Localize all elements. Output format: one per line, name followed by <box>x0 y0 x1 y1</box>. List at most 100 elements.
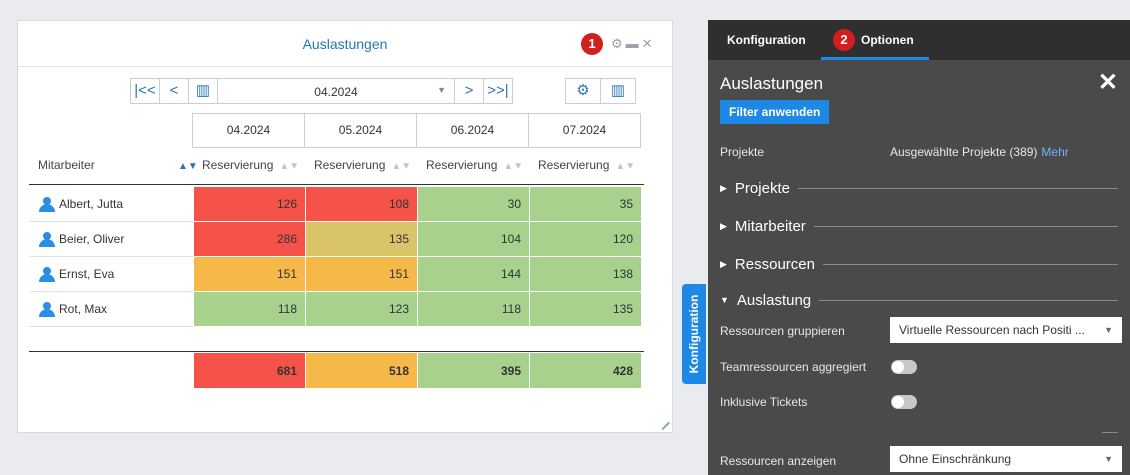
projects-more-link[interactable]: Mehr <box>1041 145 1068 159</box>
employee-name: Albert, Jutta <box>59 197 124 211</box>
value-header-label: Reservierung <box>314 158 386 172</box>
first-page-icon[interactable]: |<< <box>130 78 160 104</box>
utilization-cell[interactable]: 30 <box>418 187 530 222</box>
separator <box>1102 432 1118 433</box>
chevron-down-icon: ▼ <box>1104 454 1113 464</box>
section-projects[interactable]: ▶ Projekte <box>720 178 1118 198</box>
utilization-cell[interactable]: 151 <box>194 257 306 292</box>
group-resources-value: Virtuelle Ressourcen nach Positi ... <box>899 323 1085 337</box>
utilization-cell[interactable]: 151 <box>306 257 418 292</box>
chevron-down-icon: ▼ <box>437 85 446 95</box>
close-icon[interactable]: ✕ <box>1098 68 1118 97</box>
chevron-down-icon: ▼ <box>1104 325 1113 335</box>
utilization-cell[interactable]: 135 <box>530 292 642 327</box>
total-cell: 395 <box>418 353 530 389</box>
sort-icon: ▲▼ <box>503 161 524 172</box>
utilization-cell[interactable]: 126 <box>194 187 306 222</box>
group-resources-label: Ressourcen gruppieren <box>720 324 845 338</box>
options-panel: Konfiguration 2 Optionen Auslastungen ✕ … <box>708 20 1130 475</box>
prev-icon[interactable]: < <box>159 78 189 104</box>
team-resources-label: Teamressourcen aggregiert <box>720 360 867 374</box>
view-toolbar: ⚙ ▥ <box>565 78 636 104</box>
period-toolbar: |<< < ▥ 04.2024 ▼ > >>| <box>130 78 513 104</box>
callout-badge-2: 2 <box>833 29 855 51</box>
close-icon[interactable]: ✕ <box>642 36 653 51</box>
active-tab-indicator <box>821 57 929 60</box>
utilization-cell[interactable]: 108 <box>306 187 418 222</box>
section-label: Ressourcen <box>734 255 815 273</box>
side-tab-label: Konfiguration <box>687 294 701 374</box>
gear-icon[interactable]: ⚙ <box>611 36 623 51</box>
value-header-label: Reservierung <box>538 158 610 172</box>
table-row[interactable]: Albert, Jutta <box>29 187 194 222</box>
person-icon <box>39 232 55 247</box>
caret-right-icon: ▶ <box>720 220 727 231</box>
show-resources-value: Ohne Einschränkung <box>899 452 1012 466</box>
apply-filter-button[interactable]: Filter anwenden <box>720 100 830 124</box>
value-column-header[interactable]: Reservierung ▲▼ <box>426 158 523 186</box>
value-header-label: Reservierung <box>426 158 498 172</box>
widget-header: Auslastungen 1 ⚙ ▬ ✕ <box>18 21 672 67</box>
columns-icon[interactable]: ▥ <box>600 78 636 104</box>
utilization-cell[interactable]: 120 <box>530 222 642 257</box>
month-header-row: 04.2024 05.2024 06.2024 07.2024 <box>192 113 641 148</box>
total-cell: 681 <box>194 353 306 389</box>
next-icon[interactable]: > <box>454 78 484 104</box>
table-row[interactable]: Rot, Max <box>29 292 194 327</box>
settings-icon[interactable]: ⚙ <box>565 78 601 104</box>
tab-configuration[interactable]: Konfiguration <box>727 33 806 47</box>
value-column-header[interactable]: Reservierung ▲▼ <box>538 158 635 186</box>
section-employees[interactable]: ▶ Mitarbeiter <box>720 216 1118 236</box>
value-column-header[interactable]: Reservierung ▲▼ <box>314 158 411 186</box>
employee-header-label: Mitarbeiter <box>38 158 95 172</box>
section-utilization[interactable]: ▼ Auslastung <box>720 290 1118 310</box>
team-resources-toggle[interactable] <box>891 360 917 374</box>
utilization-cell[interactable]: 123 <box>306 292 418 327</box>
sort-icon: ▲▼ <box>391 161 412 172</box>
person-icon <box>39 302 55 317</box>
section-label: Projekte <box>734 179 790 197</box>
resize-handle[interactable] <box>655 415 671 431</box>
minimize-icon[interactable]: ▬ <box>626 36 639 51</box>
month-header: 04.2024 <box>192 113 305 148</box>
show-resources-select[interactable]: Ohne Einschränkung ▼ <box>890 446 1122 472</box>
employee-name: Rot, Max <box>59 302 108 316</box>
utilization-cell[interactable]: 144 <box>418 257 530 292</box>
utilization-widget: Auslastungen 1 ⚙ ▬ ✕ |<< < ▥ 04.2024 ▼ > >… <box>17 20 673 433</box>
utilization-cell[interactable]: 286 <box>194 222 306 257</box>
projects-value-text: Ausgewählte Projekte (389) <box>890 145 1038 159</box>
projects-value: Ausgewählte Projekte (389) Mehr <box>890 145 1069 159</box>
tab-options[interactable]: Optionen <box>861 33 914 47</box>
utilization-cell[interactable]: 135 <box>306 222 418 257</box>
panel-title: Auslastungen <box>720 74 824 93</box>
month-header: 05.2024 <box>304 113 417 148</box>
panel-tabs: Konfiguration 2 Optionen <box>708 20 1130 60</box>
employee-sort-icon[interactable]: ▲▼ <box>172 158 198 186</box>
period-select[interactable]: 04.2024 ▼ <box>217 78 455 104</box>
value-header-label: Reservierung <box>202 158 274 172</box>
table-row[interactable]: Beier, Oliver <box>29 222 194 257</box>
widget-title: Auslastungen <box>302 36 388 52</box>
group-resources-select[interactable]: Virtuelle Ressourcen nach Positi ... ▼ <box>890 317 1122 343</box>
section-resources[interactable]: ▶ Ressourcen <box>720 254 1118 274</box>
employee-column-header[interactable]: Mitarbeiter <box>38 158 95 186</box>
configuration-side-tab[interactable]: Konfiguration <box>682 284 706 384</box>
person-icon <box>39 197 55 212</box>
section-label: Mitarbeiter <box>734 217 806 235</box>
utilization-cell[interactable]: 104 <box>418 222 530 257</box>
utilization-cell[interactable]: 35 <box>530 187 642 222</box>
tickets-toggle[interactable] <box>891 395 917 409</box>
widget-header-icons: ⚙ ▬ ✕ <box>611 36 656 52</box>
total-cell: 518 <box>306 353 418 389</box>
totals-divider <box>29 351 644 352</box>
show-resources-label: Ressourcen anzeigen <box>720 454 837 468</box>
utilization-cell[interactable]: 118 <box>194 292 306 327</box>
calendar-icon[interactable]: ▥ <box>188 78 218 104</box>
sort-icon: ▲▼ <box>279 161 300 172</box>
value-column-header[interactable]: Reservierung ▲▼ <box>202 158 299 186</box>
month-header: 06.2024 <box>416 113 529 148</box>
utilization-cell[interactable]: 118 <box>418 292 530 327</box>
utilization-cell[interactable]: 138 <box>530 257 642 292</box>
table-row[interactable]: Ernst, Eva <box>29 257 194 292</box>
last-page-icon[interactable]: >>| <box>483 78 513 104</box>
